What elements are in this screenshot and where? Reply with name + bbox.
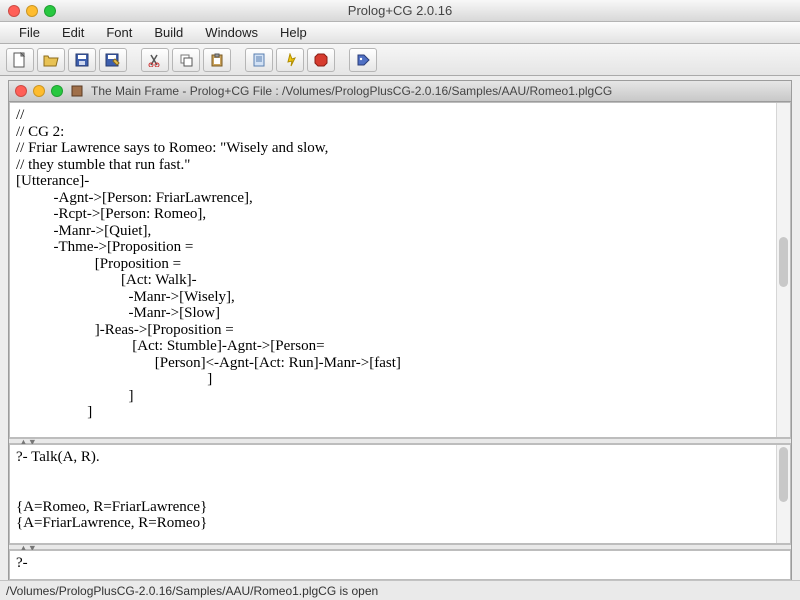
minimize-window-button[interactable] — [26, 5, 38, 17]
status-text: /Volumes/PrologPlusCG-2.0.16/Samples/AAU… — [6, 584, 378, 598]
cut-button[interactable] — [141, 48, 169, 72]
run-button[interactable] — [276, 48, 304, 72]
code-scrollbar[interactable] — [776, 103, 790, 437]
status-bar: /Volumes/PrologPlusCG-2.0.16/Samples/AAU… — [0, 580, 800, 600]
toolbar — [0, 44, 800, 76]
inner-window-title: The Main Frame - Prolog+CG File : /Volum… — [91, 84, 612, 98]
console-scrollbar[interactable] — [776, 445, 790, 543]
menu-windows[interactable]: Windows — [194, 25, 269, 40]
document-button[interactable] — [245, 48, 273, 72]
console-text[interactable]: ?- Talk(A, R). {A=Romeo, R=FriarLawrence… — [10, 445, 790, 536]
console-pane[interactable]: ?- Talk(A, R). {A=Romeo, R=FriarLawrence… — [9, 444, 791, 544]
code-pane[interactable]: // // CG 2: // Friar Lawrence says to Ro… — [9, 102, 791, 438]
menu-build[interactable]: Build — [143, 25, 194, 40]
input-pane[interactable]: ?- — [9, 550, 791, 580]
inner-window-titlebar: The Main Frame - Prolog+CG File : /Volum… — [8, 80, 792, 102]
inner-zoom-button[interactable] — [51, 85, 63, 97]
inner-minimize-button[interactable] — [33, 85, 45, 97]
inner-close-button[interactable] — [15, 85, 27, 97]
close-window-button[interactable] — [8, 5, 20, 17]
menu-help[interactable]: Help — [269, 25, 318, 40]
menu-edit[interactable]: Edit — [51, 25, 95, 40]
window-titlebar: Prolog+CG 2.0.16 — [0, 0, 800, 22]
editor-area: // // CG 2: // Friar Lawrence says to Ro… — [8, 102, 792, 580]
copy-button[interactable] — [172, 48, 200, 72]
open-file-button[interactable] — [37, 48, 65, 72]
save-as-button[interactable] — [99, 48, 127, 72]
code-text[interactable]: // // CG 2: // Friar Lawrence says to Ro… — [10, 103, 790, 425]
stop-button[interactable] — [307, 48, 335, 72]
zoom-window-button[interactable] — [44, 5, 56, 17]
menu-bar: File Edit Font Build Windows Help — [0, 22, 800, 44]
menu-font[interactable]: Font — [95, 25, 143, 40]
file-icon — [69, 83, 85, 99]
tag-button[interactable] — [349, 48, 377, 72]
paste-button[interactable] — [203, 48, 231, 72]
new-file-button[interactable] — [6, 48, 34, 72]
menu-file[interactable]: File — [8, 25, 51, 40]
window-title: Prolog+CG 2.0.16 — [0, 3, 800, 18]
save-file-button[interactable] — [68, 48, 96, 72]
input-text[interactable]: ?- — [10, 551, 790, 576]
